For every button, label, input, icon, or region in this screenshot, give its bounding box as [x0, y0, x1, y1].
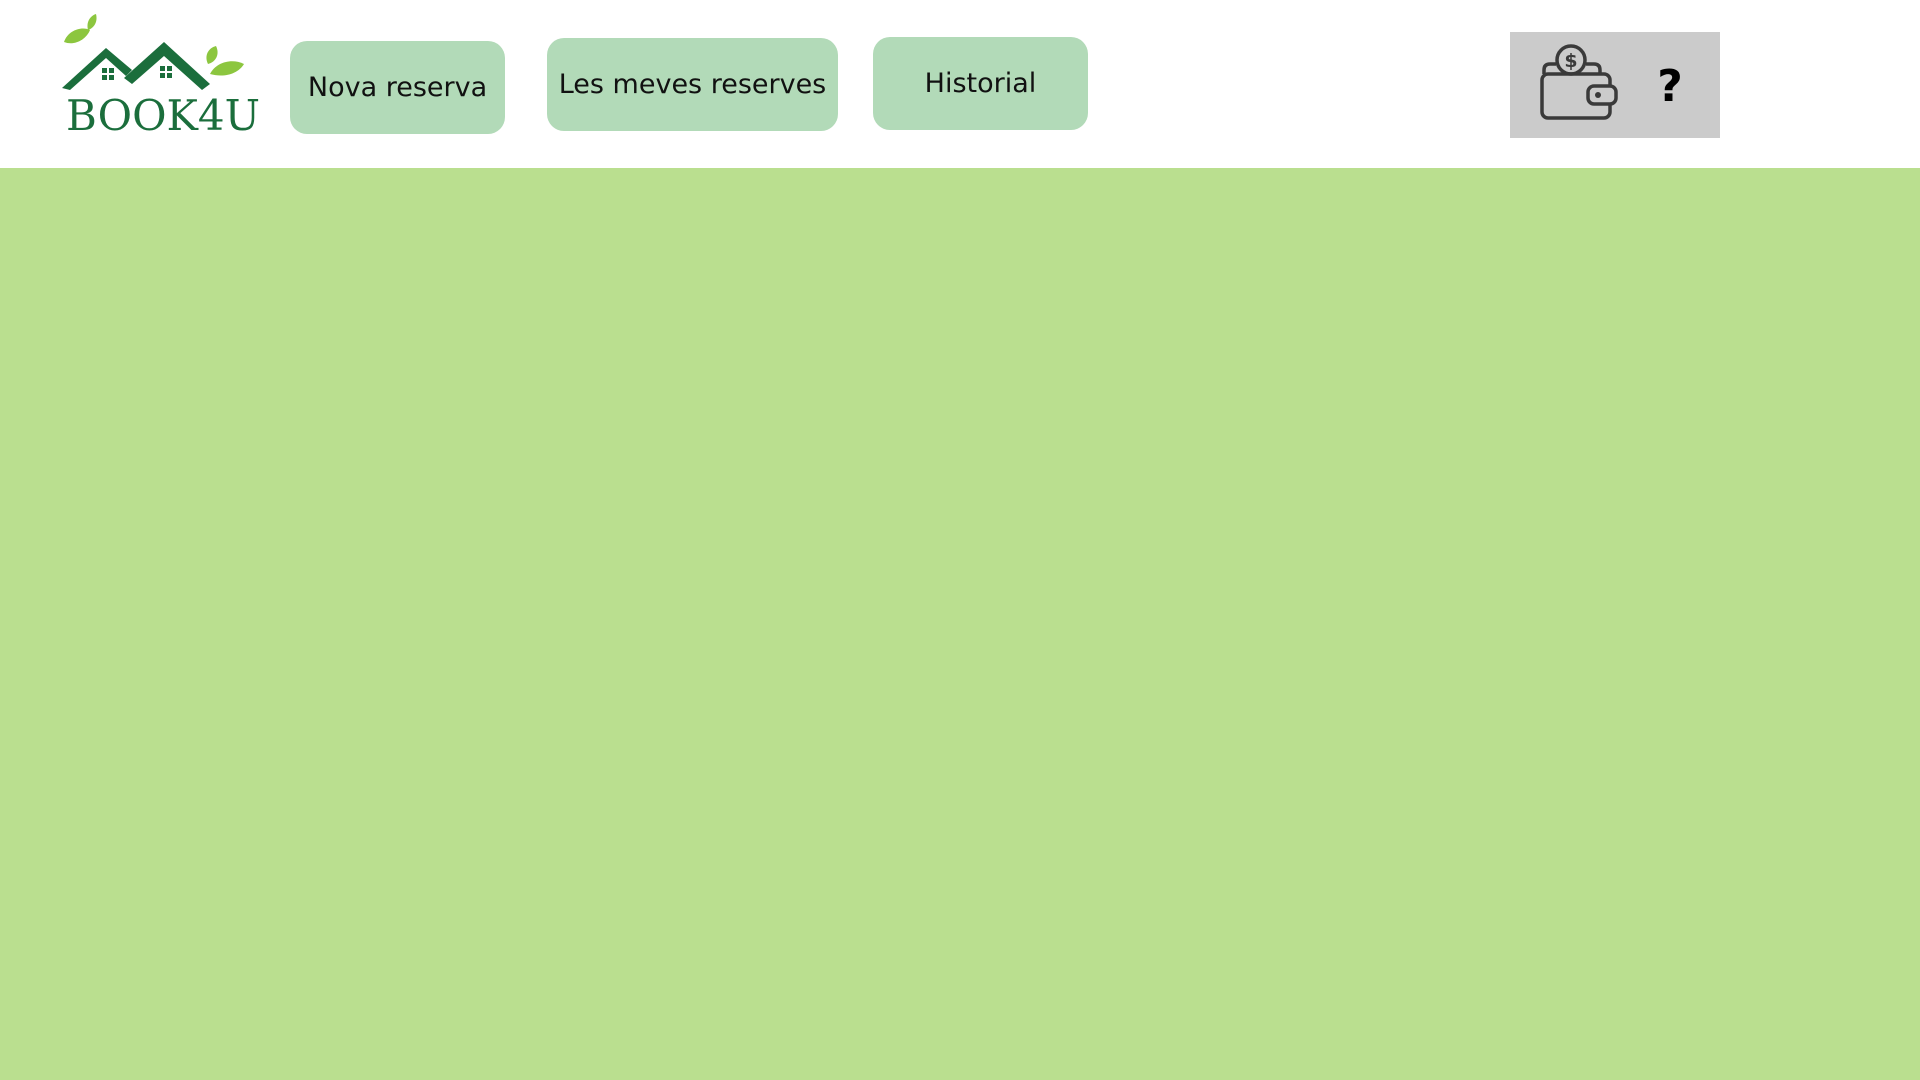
top-header: BOOK4U Nova reserva Les meves reserves H…: [0, 0, 1920, 168]
new-booking-button[interactable]: Nova reserva: [290, 41, 505, 134]
help-button[interactable]: ?: [1640, 56, 1700, 116]
history-button[interactable]: Historial: [873, 37, 1088, 130]
my-bookings-button[interactable]: Les meves reserves: [547, 38, 838, 131]
header-tools: $ ?: [1510, 32, 1720, 138]
main-content-area: [0, 168, 1920, 1080]
brand-name: BOOK4U: [66, 91, 261, 140]
page: BOOK4U Nova reserva Les meves reserves H…: [0, 0, 1920, 1080]
wallet-icon: $: [1540, 44, 1618, 120]
svg-text:$: $: [1564, 50, 1577, 72]
houses-leaves-logo-icon: [62, 14, 244, 90]
brand-logo[interactable]: BOOK4U: [58, 14, 261, 142]
wallet-button[interactable]: $: [1536, 40, 1622, 126]
